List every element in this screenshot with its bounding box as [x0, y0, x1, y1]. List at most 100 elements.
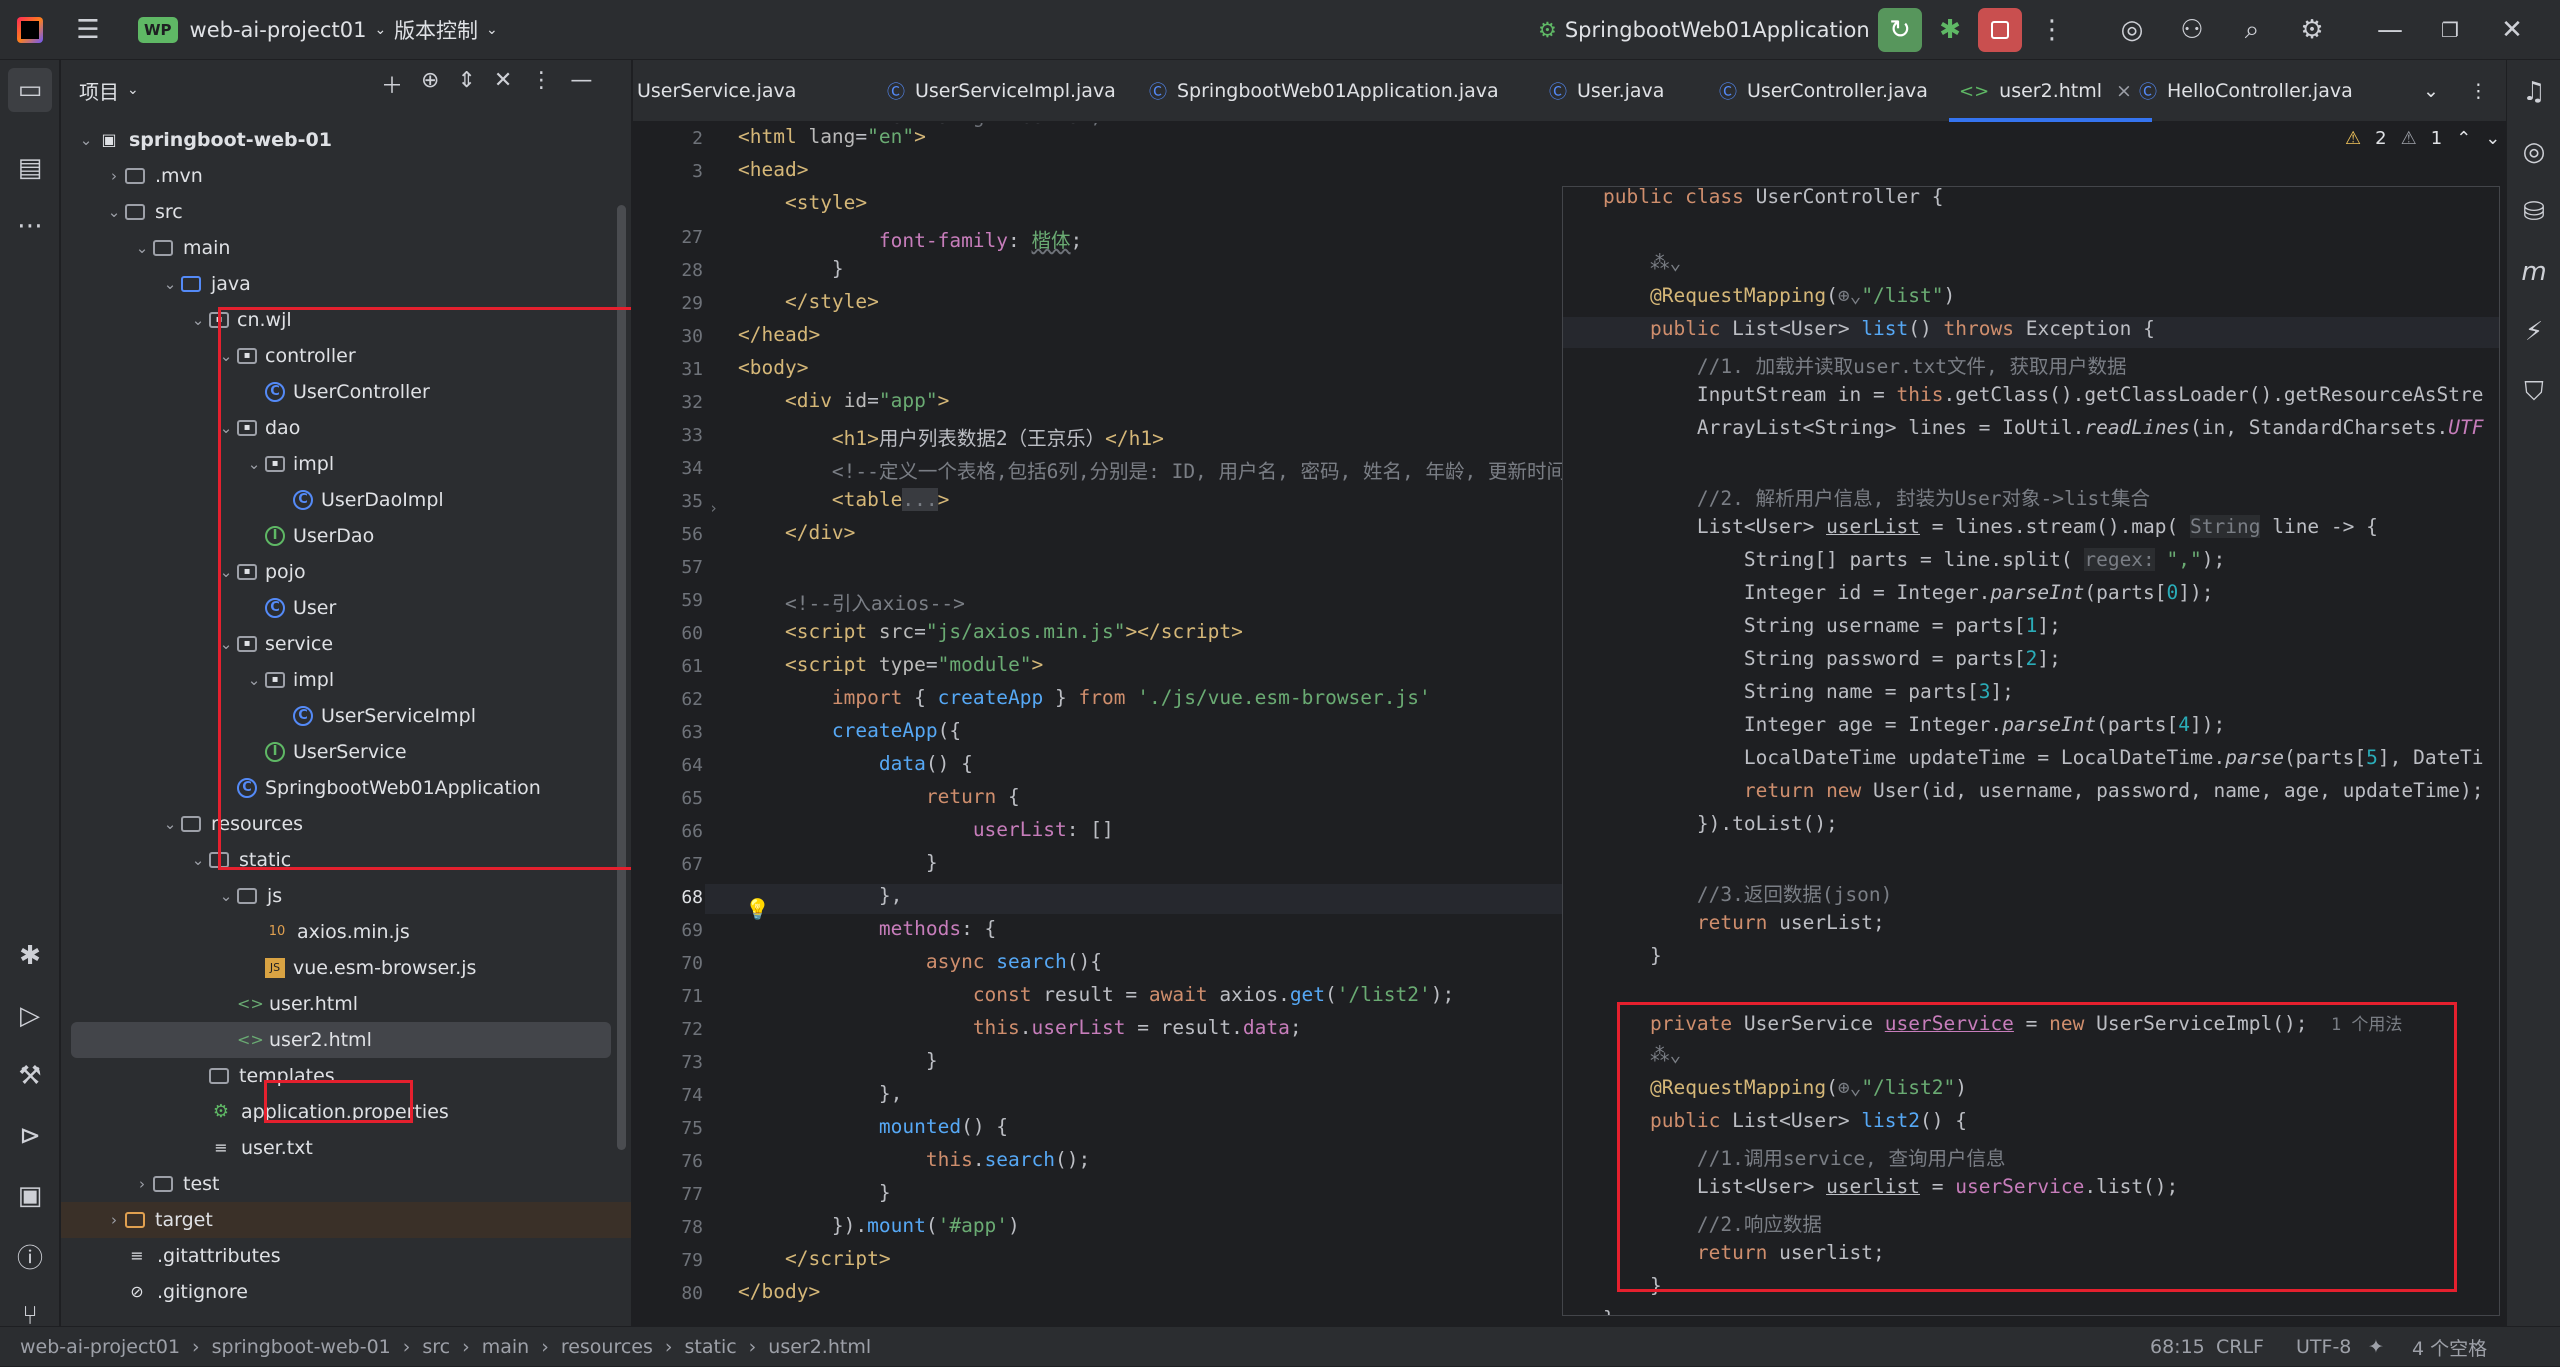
close-tab-icon[interactable]: × — [2116, 80, 2132, 102]
build-icon[interactable]: ⚒ — [8, 1054, 52, 1098]
shield-icon[interactable]: ⛉ — [2512, 370, 2556, 414]
editor-tab[interactable]: UserService.java — [637, 60, 796, 122]
editor-tab[interactable]: Ⓒ User.java — [1549, 60, 1664, 122]
indent-setting[interactable]: 4 个空格 — [2412, 1327, 2487, 1367]
chevron-down-icon[interactable]: ⌄ — [215, 887, 237, 905]
terminal-icon[interactable]: ▣ — [8, 1174, 52, 1218]
chevron-right-icon[interactable]: › — [103, 167, 125, 185]
tree-item[interactable]: › target — [61, 1202, 631, 1238]
project-switcher[interactable]: WP web-ai-project01 ⌄ — [138, 0, 386, 60]
tree-item[interactable]: › .mvn — [61, 158, 631, 194]
run-tool-icon[interactable]: ▷ — [8, 994, 52, 1038]
editor-tab[interactable]: <> user2.html × — [1949, 60, 2152, 122]
breadcrumb-item[interactable]: web-ai-project01 — [20, 1336, 180, 1358]
chevron-right-icon[interactable]: › — [131, 1175, 153, 1193]
database-icon[interactable]: ⛁ — [2512, 190, 2556, 234]
tree-item[interactable]: <> user.html — [61, 986, 631, 1022]
editor-tab[interactable]: Ⓒ HelloController.java — [2139, 60, 2353, 122]
run-config-selector[interactable]: ⚙ SpringbootWeb01Application ⌄ — [1538, 0, 1889, 60]
options-icon[interactable]: ⋮ — [530, 68, 552, 100]
tree-item[interactable]: ⌄ src — [61, 194, 631, 230]
ai-assistant-icon[interactable]: ◎ — [2110, 8, 2154, 52]
tree-item[interactable]: <> user2.html — [71, 1022, 611, 1058]
project-name: web-ai-project01 — [189, 18, 367, 42]
minimize-icon[interactable]: — — [2368, 8, 2412, 52]
line-number: 31 — [681, 359, 703, 380]
notifications-icon[interactable]: ♫ — [2512, 70, 2556, 114]
locate-icon[interactable]: ⊕ — [421, 68, 439, 100]
editor-tab[interactable]: Ⓒ UserController.java — [1719, 60, 1928, 122]
maven-icon[interactable]: m — [2512, 250, 2556, 294]
tree-item[interactable]: ⌄ main — [61, 230, 631, 266]
stop-icon[interactable] — [1978, 8, 2022, 52]
tab-list-icon[interactable]: ⌄ — [2423, 80, 2439, 102]
tree-item[interactable]: ⌄ ▣ springboot-web-01 — [61, 122, 631, 158]
breadcrumb-item[interactable]: user2.html — [768, 1336, 871, 1358]
breadcrumb-item[interactable]: static — [685, 1336, 737, 1358]
ai-chat-icon[interactable]: ◎ — [2512, 130, 2556, 174]
expand-all-icon[interactable]: ⇕ — [457, 68, 475, 100]
add-icon[interactable]: ＋ — [381, 68, 403, 100]
chevron-down-icon[interactable]: ⌄ — [187, 851, 209, 869]
chevron-down-icon[interactable]: ⌄ — [131, 239, 153, 257]
chevron-down-icon[interactable]: ⌄ — [75, 131, 97, 149]
debug-tool-icon[interactable]: ✱ — [8, 934, 52, 978]
tree-item[interactable]: 10 axios.min.js — [61, 914, 631, 950]
inspection-widget[interactable]: ⚠ 2 ⚠ 1 ⌃ ⌄ — [2345, 128, 2500, 149]
breadcrumb-item[interactable]: main — [482, 1336, 529, 1358]
more-tools-icon[interactable]: ⋯ — [8, 204, 52, 248]
code-editor[interactable]: 2 <html lang="en"> 3 <head> <style> 27 font-… — [633, 123, 1563, 1326]
chevron-down-icon[interactable]: ⌄ — [159, 815, 181, 833]
services-icon[interactable]: ⊳ — [8, 1114, 52, 1158]
vcs-menu[interactable]: 版本控制 ⌄ — [394, 0, 498, 60]
lightbulb-icon[interactable]: 💡 — [745, 897, 770, 921]
preview-code-line: //2. 解析用户信息, 封装为User对象->list集合 — [1696, 487, 2151, 510]
ide-logo-icon[interactable] — [8, 8, 52, 52]
chevron-right-icon[interactable]: › — [103, 1211, 125, 1229]
breadcrumb-item[interactable]: src — [422, 1336, 450, 1358]
settings-icon[interactable]: ⚙ — [2290, 8, 2334, 52]
problems-icon[interactable]: ⓘ — [8, 1234, 52, 1278]
vue-icon[interactable]: ✦ — [2368, 1327, 2384, 1367]
tree-item[interactable]: ⌄ js — [61, 878, 631, 914]
close-icon[interactable]: ✕ — [2490, 8, 2534, 52]
restore-icon[interactable]: ❐ — [2428, 8, 2472, 52]
tree-item[interactable]: ⊘ .gitignore — [61, 1274, 631, 1310]
search-icon[interactable]: ⌕ — [2230, 8, 2274, 52]
tree-item[interactable]: JS vue.esm-browser.js — [61, 950, 631, 986]
folder-icon — [153, 1176, 173, 1192]
folder-icon[interactable]: ▭ — [8, 68, 52, 112]
tab-options-icon[interactable]: ⋮ — [2469, 80, 2488, 102]
project-panel-header[interactable]: 项目 ⌄ — [79, 60, 139, 120]
more-actions-icon[interactable]: ⋮ — [2030, 8, 2074, 52]
plugin-icon[interactable]: ⚡ — [2512, 310, 2556, 354]
breadcrumb-item[interactable]: resources — [561, 1336, 653, 1358]
chevron-down-icon[interactable]: ⌄ — [187, 311, 209, 329]
next-highlight-icon[interactable]: ⌄ — [2485, 128, 2500, 149]
code-line: <html lang="en"> — [738, 125, 926, 148]
collapse-all-icon[interactable]: ✕ — [494, 68, 512, 100]
file-encoding[interactable]: UTF-8 — [2296, 1327, 2351, 1367]
tree-item[interactable]: ⌄ java — [61, 266, 631, 302]
preview-code-line: List<User> userList = lines.stream().map… — [1603, 515, 2378, 538]
editor-tab[interactable]: Ⓒ UserServiceImpl.java — [887, 60, 1116, 122]
line-separator[interactable]: CRLF — [2216, 1327, 2264, 1367]
caret-position[interactable]: 68:15 — [2150, 1327, 2205, 1367]
debug-icon[interactable]: ✱ — [1928, 8, 1972, 52]
fold-icon[interactable]: › — [709, 499, 718, 517]
chevron-down-icon[interactable]: ⌄ — [159, 275, 181, 293]
tree-item[interactable]: ≡ user.txt — [61, 1130, 631, 1166]
class-icon: Ⓒ — [1719, 82, 1737, 103]
add-user-icon[interactable]: ⚇ — [2170, 8, 2214, 52]
editor-tab[interactable]: Ⓒ SpringbootWeb01Application.java — [1149, 60, 1499, 122]
tree-item[interactable]: ≡ .gitattributes — [61, 1238, 631, 1274]
breadcrumb-item[interactable]: springboot-web-01 — [212, 1336, 391, 1358]
structure-icon[interactable]: ▤ — [8, 146, 52, 190]
prev-highlight-icon[interactable]: ⌃ — [2456, 128, 2471, 149]
hide-icon[interactable]: — — [570, 68, 592, 100]
rerun-icon[interactable]: ↻ — [1878, 8, 1922, 52]
main-menu-icon[interactable]: ☰ — [66, 8, 110, 52]
tree-item[interactable]: › test — [61, 1166, 631, 1202]
tree-item-label: .gitattributes — [157, 1245, 281, 1267]
chevron-down-icon[interactable]: ⌄ — [103, 203, 125, 221]
